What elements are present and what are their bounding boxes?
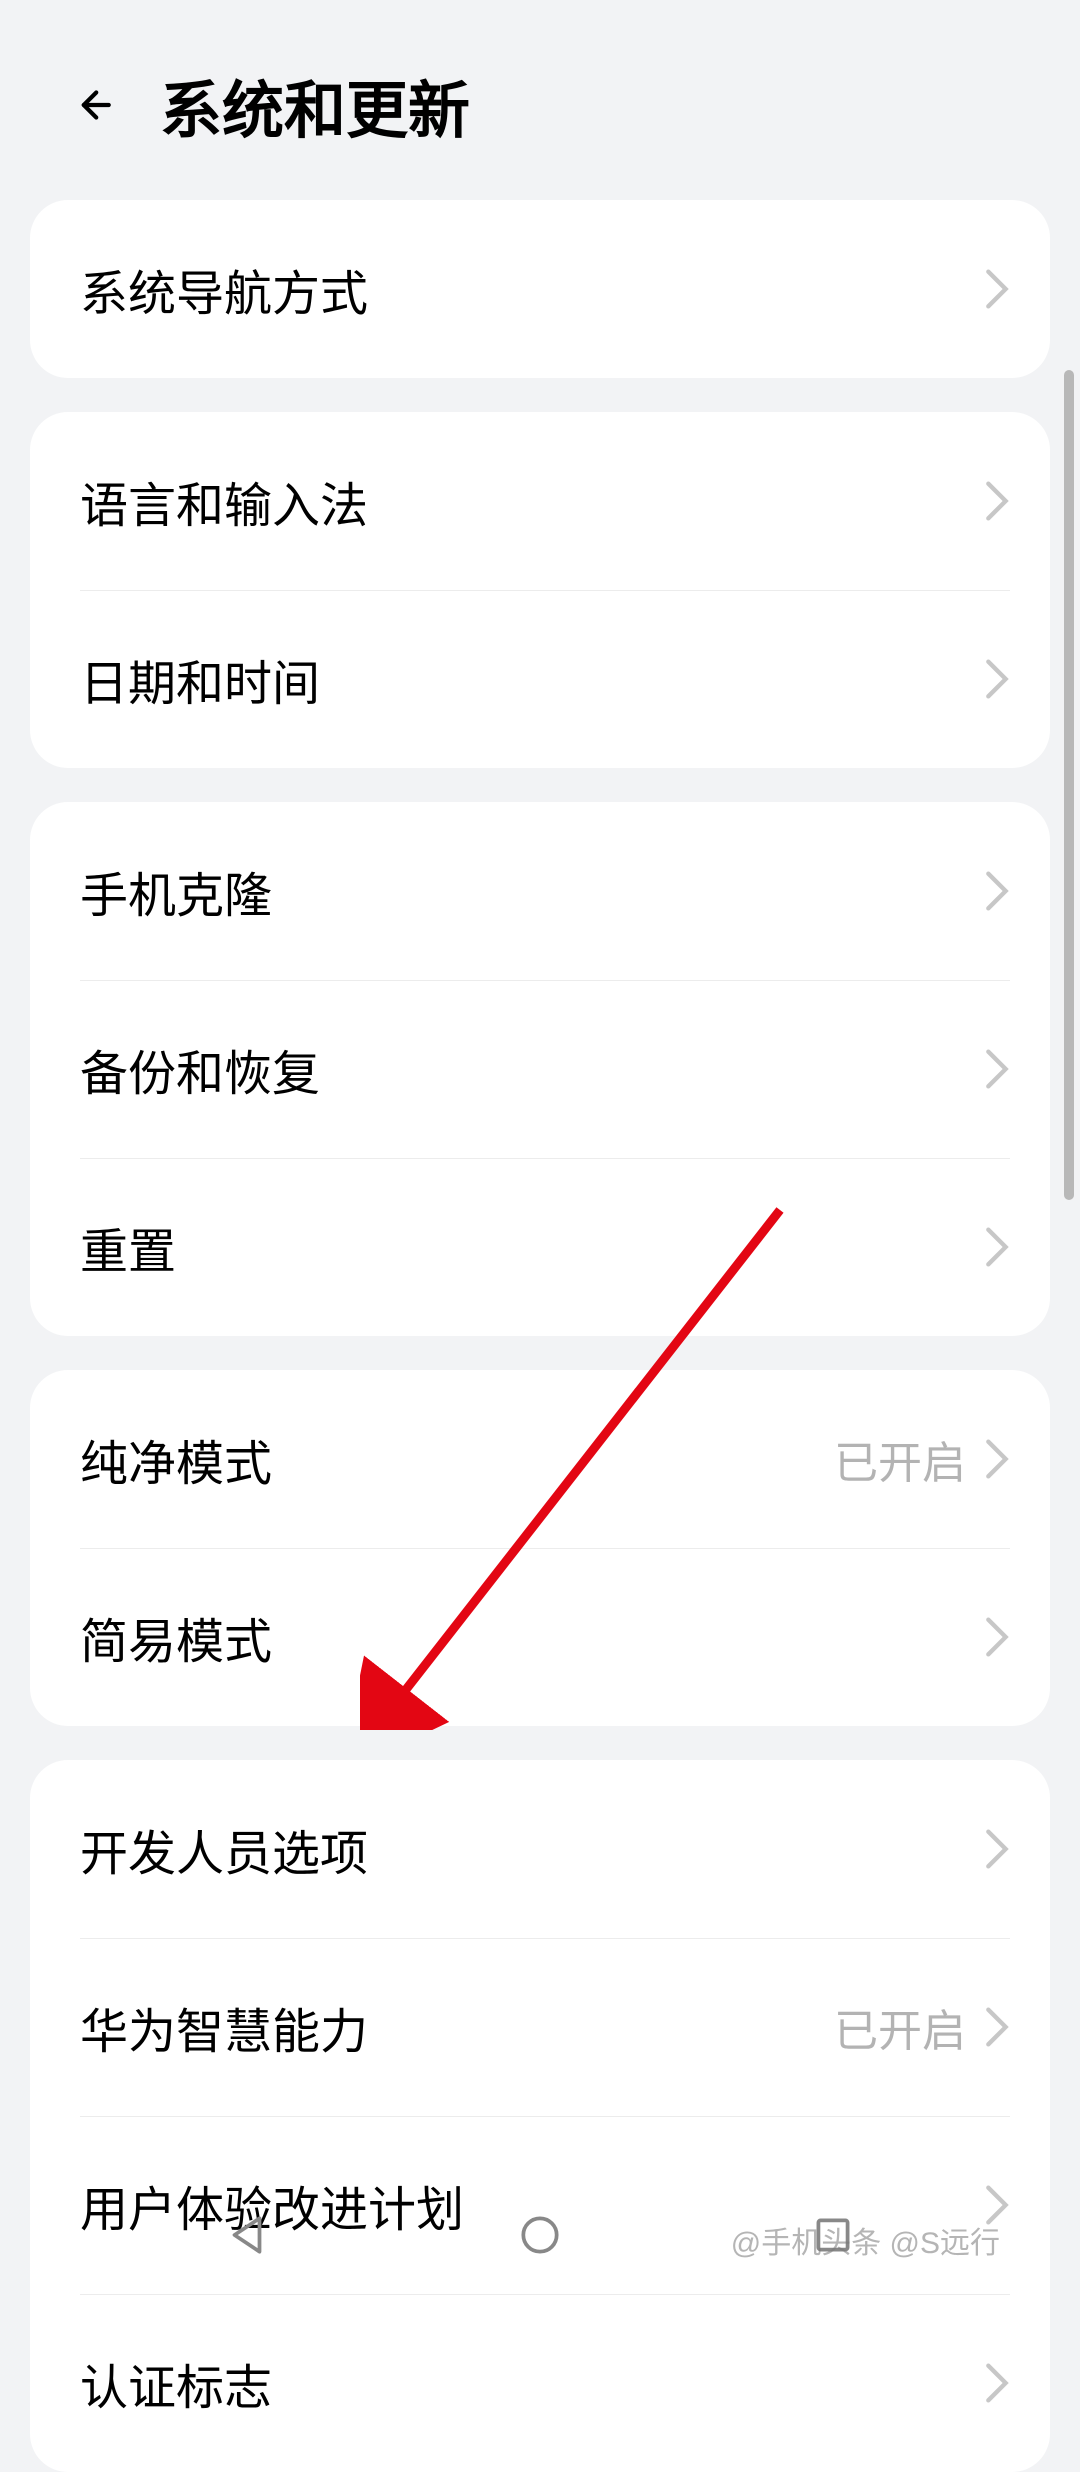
item-right	[984, 1615, 1010, 1659]
item-label: 手机克隆	[80, 856, 272, 926]
item-backup-restore[interactable]: 备份和恢复	[30, 980, 1050, 1158]
item-label: 认证标志	[80, 2348, 272, 2418]
item-right: 已开启	[834, 1995, 1010, 2059]
settings-content: 系统导航方式 语言和输入法 日期和时间	[0, 200, 1080, 2472]
item-label: 语言和输入法	[80, 466, 368, 536]
scrollbar[interactable]	[1064, 370, 1074, 1200]
item-simple-mode[interactable]: 简易模式	[30, 1548, 1050, 1726]
item-system-navigation[interactable]: 系统导航方式	[30, 200, 1050, 378]
nav-home-button[interactable]	[510, 2205, 570, 2265]
item-pure-mode[interactable]: 纯净模式 已开启	[30, 1370, 1050, 1548]
group-language-date: 语言和输入法 日期和时间	[30, 412, 1050, 768]
item-value: 已开启	[834, 1995, 966, 2059]
item-right	[984, 1827, 1010, 1871]
chevron-right-icon	[984, 657, 1010, 701]
chevron-right-icon	[984, 1047, 1010, 1091]
header: 系统和更新	[0, 0, 1080, 200]
item-label: 纯净模式	[80, 1424, 272, 1494]
item-value: 已开启	[834, 1427, 966, 1491]
item-right	[984, 1047, 1010, 1091]
item-label: 简易模式	[80, 1602, 272, 1672]
back-button[interactable]	[60, 75, 120, 135]
item-label: 开发人员选项	[80, 1814, 368, 1884]
watermark: @手机头条 @S远行	[731, 2218, 1000, 2262]
item-label: 华为智慧能力	[80, 1992, 368, 2062]
item-right	[984, 479, 1010, 523]
item-right	[984, 869, 1010, 913]
item-developer-options[interactable]: 开发人员选项	[30, 1760, 1050, 1938]
chevron-right-icon	[984, 479, 1010, 523]
chevron-right-icon	[984, 869, 1010, 913]
item-right	[984, 1225, 1010, 1269]
chevron-right-icon	[984, 2005, 1010, 2049]
group-modes: 纯净模式 已开启 简易模式	[30, 1370, 1050, 1726]
item-label: 系统导航方式	[80, 254, 368, 324]
item-right	[984, 2361, 1010, 2405]
item-certification[interactable]: 认证标志	[30, 2294, 1050, 2472]
item-huawei-ai[interactable]: 华为智慧能力 已开启	[30, 1938, 1050, 2116]
item-language-input[interactable]: 语言和输入法	[30, 412, 1050, 590]
item-phone-clone[interactable]: 手机克隆	[30, 802, 1050, 980]
chevron-right-icon	[984, 1615, 1010, 1659]
chevron-right-icon	[984, 1827, 1010, 1871]
item-right	[984, 657, 1010, 701]
chevron-right-icon	[984, 1437, 1010, 1481]
group-navigation: 系统导航方式	[30, 200, 1050, 378]
chevron-right-icon	[984, 267, 1010, 311]
item-label: 备份和恢复	[80, 1034, 320, 1104]
chevron-right-icon	[984, 2361, 1010, 2405]
item-date-time[interactable]: 日期和时间	[30, 590, 1050, 768]
nav-back-button[interactable]	[217, 2205, 277, 2265]
item-reset[interactable]: 重置	[30, 1158, 1050, 1336]
chevron-right-icon	[984, 1225, 1010, 1269]
group-developer-misc: 开发人员选项 华为智慧能力 已开启 用户体验改进计划	[30, 1760, 1050, 2472]
page-title: 系统和更新	[160, 60, 470, 150]
group-clone-backup-reset: 手机克隆 备份和恢复 重置	[30, 802, 1050, 1336]
item-label: 日期和时间	[80, 644, 320, 714]
item-right	[984, 267, 1010, 311]
item-label: 重置	[80, 1212, 176, 1282]
item-right: 已开启	[834, 1427, 1010, 1491]
